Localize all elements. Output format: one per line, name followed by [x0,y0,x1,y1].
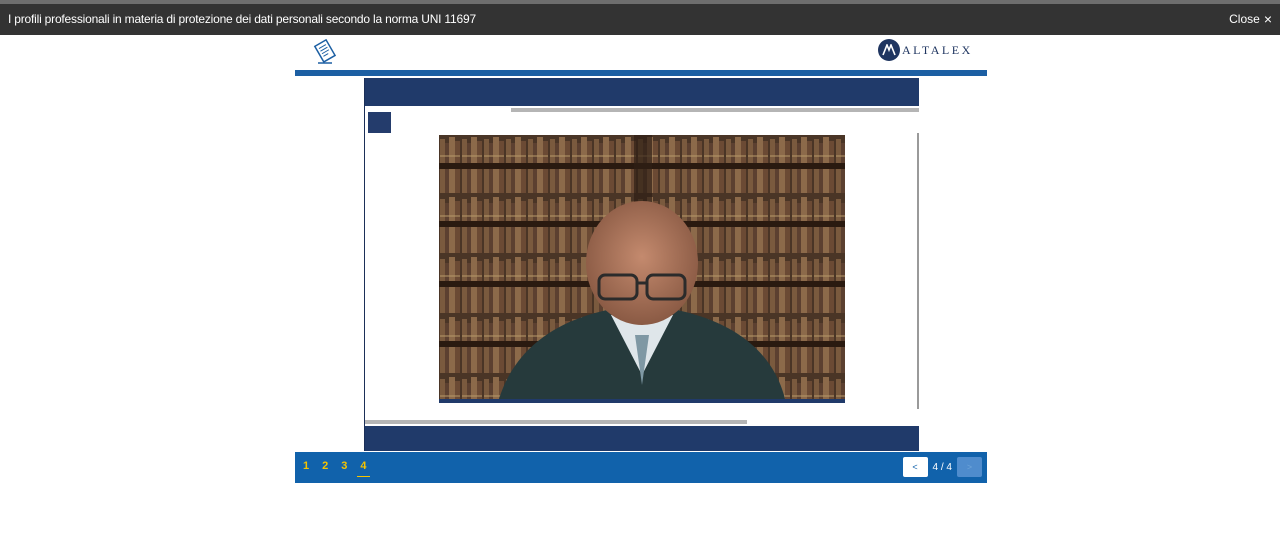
slide-bottom-banner [365,426,919,451]
page-link-4[interactable]: 4 [357,460,370,477]
close-label: Close [1229,12,1260,26]
chevron-right-icon: > [966,462,973,472]
altalex-logo: ALTALEX [878,39,973,61]
logo-text: ALTALEX [902,42,973,57]
window-title: I profili professionali in materia di pr… [8,12,476,26]
course-viewer: ALTALEX 1 2 3 4 < 4 / 4 > [295,35,987,483]
page-links: 1 2 3 4 [303,460,370,477]
horizontal-scrollbar-top[interactable] [511,108,919,112]
slide-top-banner [365,78,919,106]
viewer-header: ALTALEX [295,35,987,70]
horizontal-scrollbar-bottom[interactable] [365,420,747,424]
prev-page-button[interactable]: < [902,457,928,477]
close-icon: × [1263,11,1272,27]
header-rule [295,70,987,76]
pager: < 4 / 4 > [902,457,982,477]
close-button[interactable]: Close × [1229,12,1272,26]
page-counter: 4 / 4 [932,461,952,473]
next-page-button[interactable]: > [957,457,982,477]
video-player[interactable] [439,135,845,403]
chevron-left-icon: < [912,462,918,472]
title-bar: I profili professionali in materia di pr… [0,4,1280,35]
altalex-logo-icon [878,39,900,61]
slide-area [364,78,919,451]
page-link-3[interactable]: 3 [341,460,347,472]
slide-badge [368,112,391,133]
speaker-video-frame [439,135,845,399]
page-link-1[interactable]: 1 [303,460,309,472]
document-edit-icon [313,38,337,64]
page-link-2[interactable]: 2 [322,460,328,472]
vertical-scrollbar[interactable] [917,133,919,409]
slide-navigation-bar: 1 2 3 4 < 4 / 4 > [295,452,987,483]
